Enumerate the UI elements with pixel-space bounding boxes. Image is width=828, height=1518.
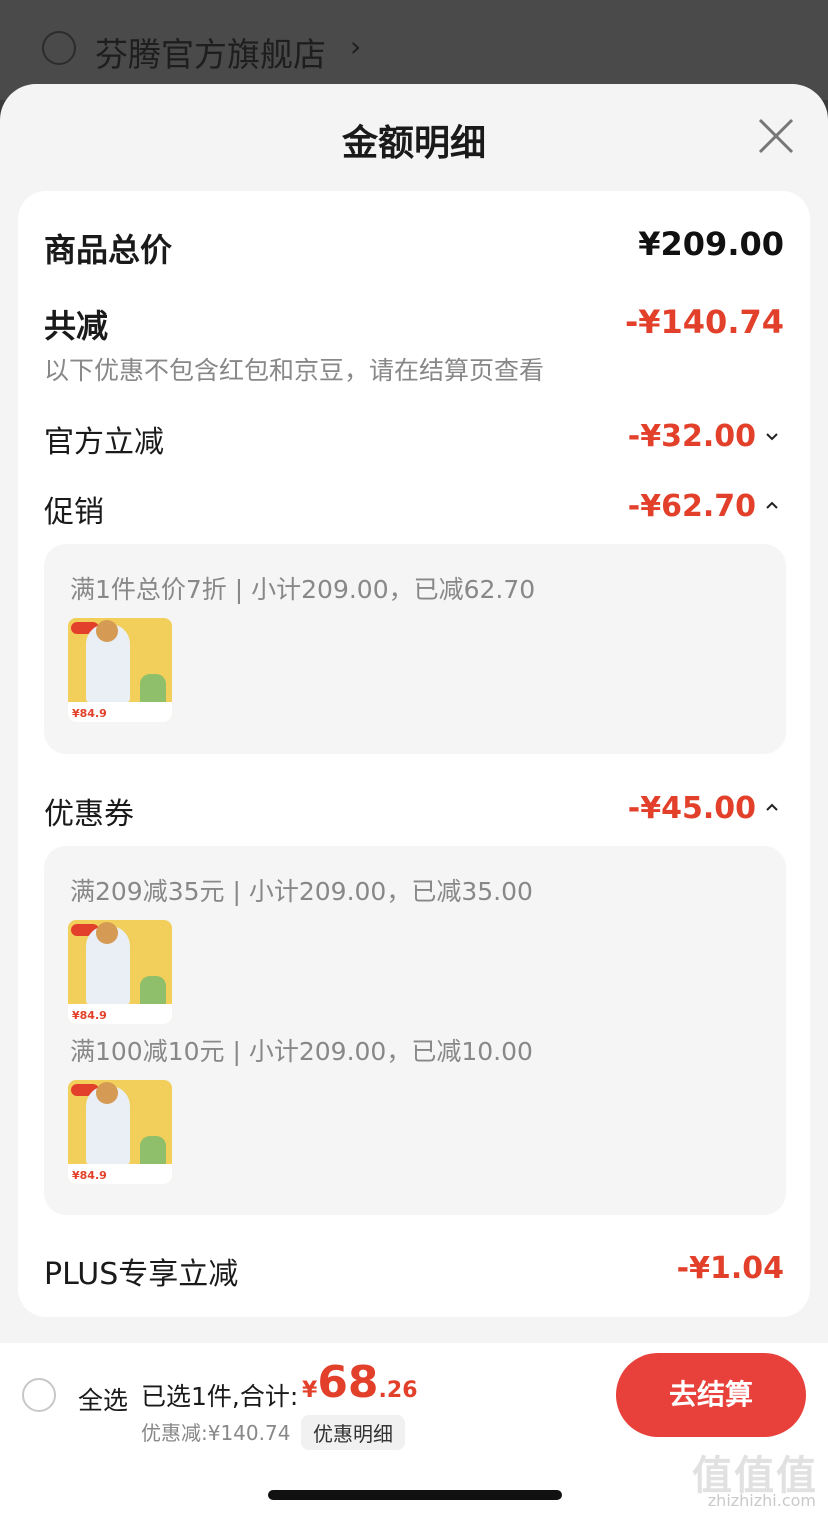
selected-count: 已选1件,合计:	[141, 1382, 299, 1411]
promotion-label[interactable]: 促销	[44, 487, 104, 531]
close-icon[interactable]	[754, 114, 798, 158]
official-discount-label[interactable]: 官方立减	[44, 417, 164, 461]
amount-detail-sheet: 金额明细 商品总价 ¥209.00 共减 -¥140.74 以下优惠不包含红包和…	[0, 84, 828, 1518]
total-decimal: .26	[378, 1378, 418, 1403]
total-reduction-label: 共减	[44, 307, 109, 345]
plus-discount-label: PLUS专享立减	[44, 1257, 239, 1292]
total-integer: 68	[317, 1357, 379, 1408]
home-indicator	[268, 1490, 562, 1500]
promotion-amount[interactable]: -¥62.70	[628, 489, 756, 524]
chevron-up-icon[interactable]	[764, 497, 780, 513]
chevron-down-icon[interactable]	[764, 429, 780, 445]
thumb-price: ¥84.9	[72, 1169, 107, 1182]
thumb-price: ¥84.9	[72, 1009, 107, 1022]
store-name[interactable]: 芬腾官方旗舰店	[95, 28, 326, 76]
coupon-detail-box: 满209减35元 | 小计209.00，已减35.00 ¥84.9 满100减1…	[44, 846, 786, 1215]
coupon-rule-text: 满209减35元 | 小计209.00，已减35.00	[70, 877, 533, 906]
store-select-radio[interactable]	[42, 31, 76, 65]
chevron-up-icon[interactable]	[764, 799, 780, 815]
coupon-amount[interactable]: -¥45.00	[628, 791, 756, 826]
thumb-price: ¥84.9	[72, 707, 107, 720]
reduction-note: 以下优惠不包含红包和京豆，请在结算页查看	[44, 356, 545, 385]
discount-detail-link[interactable]: 优惠明细	[301, 1415, 405, 1450]
total-price-label: 商品总价	[44, 231, 173, 269]
currency-symbol: ¥	[302, 1378, 318, 1403]
watermark-url: zhizhizhi.com	[707, 1491, 816, 1510]
discount-summary: 优惠减:¥140.74	[141, 1421, 291, 1445]
product-thumbnail[interactable]: ¥84.9	[68, 920, 172, 1024]
total-amount: ¥68.26	[302, 1357, 418, 1408]
official-discount-amount[interactable]: -¥32.00	[628, 419, 756, 454]
promotion-detail-box: 满1件总价7折 | 小计209.00，已减62.70 ¥84.9	[44, 544, 786, 754]
promotion-rule-text: 满1件总价7折 | 小计209.00，已减62.70	[70, 575, 536, 604]
detail-card: 商品总价 ¥209.00 共减 -¥140.74 以下优惠不包含红包和京豆，请在…	[18, 191, 810, 1317]
total-price-amount: ¥209.00	[638, 225, 784, 263]
chevron-right-icon[interactable]: ›	[350, 30, 361, 63]
checkout-button[interactable]: 去结算	[616, 1353, 806, 1437]
product-thumbnail[interactable]: ¥84.9	[68, 618, 172, 722]
total-reduction-amount: -¥140.74	[624, 303, 784, 341]
select-all-radio[interactable]	[22, 1378, 56, 1412]
plus-discount-amount: -¥1.04	[676, 1251, 784, 1286]
sheet-title: 金额明细	[341, 123, 486, 164]
coupon-rule-text: 满100减10元 | 小计209.00，已减10.00	[70, 1037, 533, 1066]
checkout-bar: 全选 已选1件,合计: ¥68.26 优惠减:¥140.74 优惠明细 去结算 …	[0, 1343, 828, 1518]
coupon-label[interactable]: 优惠券	[44, 789, 134, 833]
product-thumbnail[interactable]: ¥84.9	[68, 1080, 172, 1184]
select-all-label[interactable]: 全选	[78, 1381, 128, 1417]
